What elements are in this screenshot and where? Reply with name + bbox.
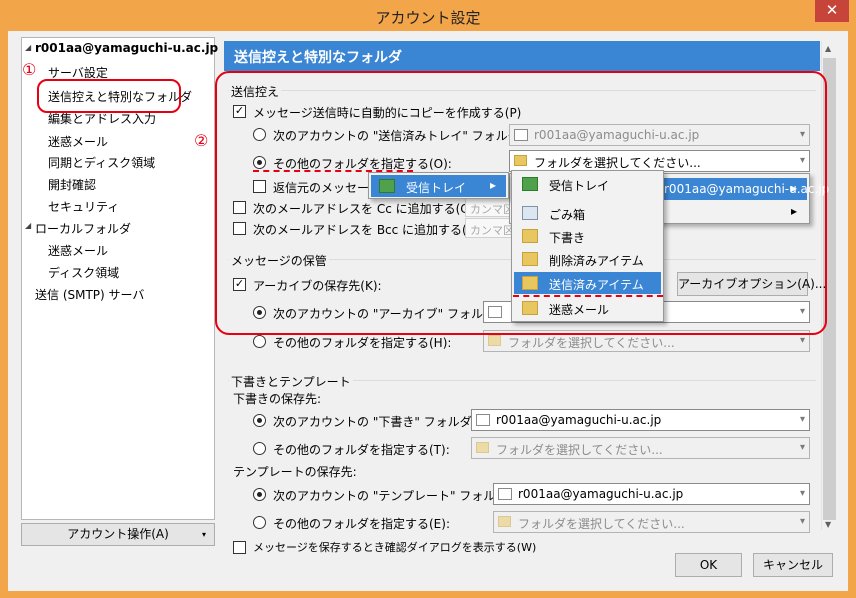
group-drafts-title: 下書きとテンプレート <box>229 373 353 390</box>
templates-folder-select[interactable]: フォルダを選択してください... ▾ <box>493 511 810 533</box>
tree-smtp[interactable]: 送信 (SMTP) サーバ <box>35 286 144 303</box>
folder-icon <box>476 442 489 453</box>
tree-item-receipts[interactable]: 開封確認 <box>48 176 96 193</box>
chevron-down-icon: ▾ <box>799 335 805 346</box>
drafts-account-label: 次のアカウントの "下書き" フォルダ(D): <box>273 415 495 429</box>
ok-button[interactable]: OK <box>675 553 742 577</box>
drafts-other-radio[interactable] <box>253 442 266 455</box>
annotation-step-1: ① <box>22 60 37 79</box>
archive-other-label: その他のフォルダを指定する(H): <box>273 336 452 350</box>
archive-folder-value: フォルダを選択してください... <box>508 336 675 350</box>
expand-icon[interactable]: ◢ <box>25 43 31 52</box>
templates-folder-value: フォルダを選択してください... <box>518 517 685 531</box>
scroll-up-icon[interactable]: ▲ <box>825 44 831 53</box>
annotation-underline-other <box>253 170 413 172</box>
expand-icon[interactable]: ◢ <box>25 221 31 230</box>
templates-other-label: その他のフォルダを指定する(E): <box>273 517 450 531</box>
chevron-down-icon: ▾ <box>201 530 206 539</box>
panel-header: 送信控えと特別なフォルダ <box>224 41 820 71</box>
tree-item-security[interactable]: セキュリティ <box>48 198 119 215</box>
cancel-button[interactable]: キャンセル <box>753 553 833 577</box>
archive-other-radio[interactable] <box>253 335 266 348</box>
templates-other-radio[interactable] <box>253 516 266 529</box>
tree-local-junk[interactable]: 迷惑メール <box>48 242 108 259</box>
drafts-folder-select[interactable]: フォルダを選択してください... ▾ <box>471 437 810 459</box>
templates-dest-label: テンプレートの保存先: <box>233 465 357 479</box>
drafts-other-label: その他のフォルダを指定する(T): <box>273 443 450 457</box>
templates-account-select[interactable]: r001aa@yamaguchi-u.ac.jp ▾ <box>493 483 810 505</box>
templates-account-radio[interactable] <box>253 488 266 501</box>
chevron-down-icon: ▾ <box>799 516 805 527</box>
annotation-underline-sent <box>513 295 663 297</box>
drafts-folder-value: フォルダを選択してください... <box>496 443 663 457</box>
tree-local-folders[interactable]: ローカルフォルダ <box>35 220 131 237</box>
templates-account-value: r001aa@yamaguchi-u.ac.jp <box>518 487 684 501</box>
drafts-account-radio[interactable] <box>253 414 266 427</box>
chevron-down-icon: ▾ <box>799 488 805 499</box>
drafts-account-select[interactable]: r001aa@yamaguchi-u.ac.jp ▾ <box>471 409 810 431</box>
annotation-highlight-tree <box>37 79 181 113</box>
drafts-dest-label: 下書きの保存先: <box>233 392 322 406</box>
account-icon <box>476 414 490 426</box>
folder-icon <box>488 335 501 346</box>
drafts-account-value: r001aa@yamaguchi-u.ac.jp <box>496 413 662 427</box>
close-button[interactable]: ✕ <box>815 0 849 22</box>
tree-item-sync[interactable]: 同期とディスク領域 <box>48 154 155 171</box>
folder-icon <box>498 516 511 527</box>
account-actions-button[interactable]: アカウント操作(A) ▾ <box>21 523 215 546</box>
account-icon <box>498 488 512 500</box>
tree-item-junk[interactable]: 迷惑メール <box>48 133 108 150</box>
window-title: アカウント設定 <box>375 9 481 27</box>
account-actions-label: アカウント操作(A) <box>67 527 169 541</box>
annotation-step-2: ② <box>194 131 209 150</box>
scroll-down-icon[interactable]: ▼ <box>825 520 831 529</box>
confirm-checkbox[interactable] <box>233 541 246 554</box>
tree-account[interactable]: r001aa@yamaguchi-u.ac.jp <box>35 41 218 55</box>
confirm-label: メッセージを保存するとき確認ダイアログを表示する(W) <box>253 541 537 554</box>
tree-local-disk[interactable]: ディスク領域 <box>48 264 119 281</box>
chevron-down-icon: ▾ <box>799 414 805 425</box>
chevron-down-icon: ▾ <box>799 442 805 453</box>
